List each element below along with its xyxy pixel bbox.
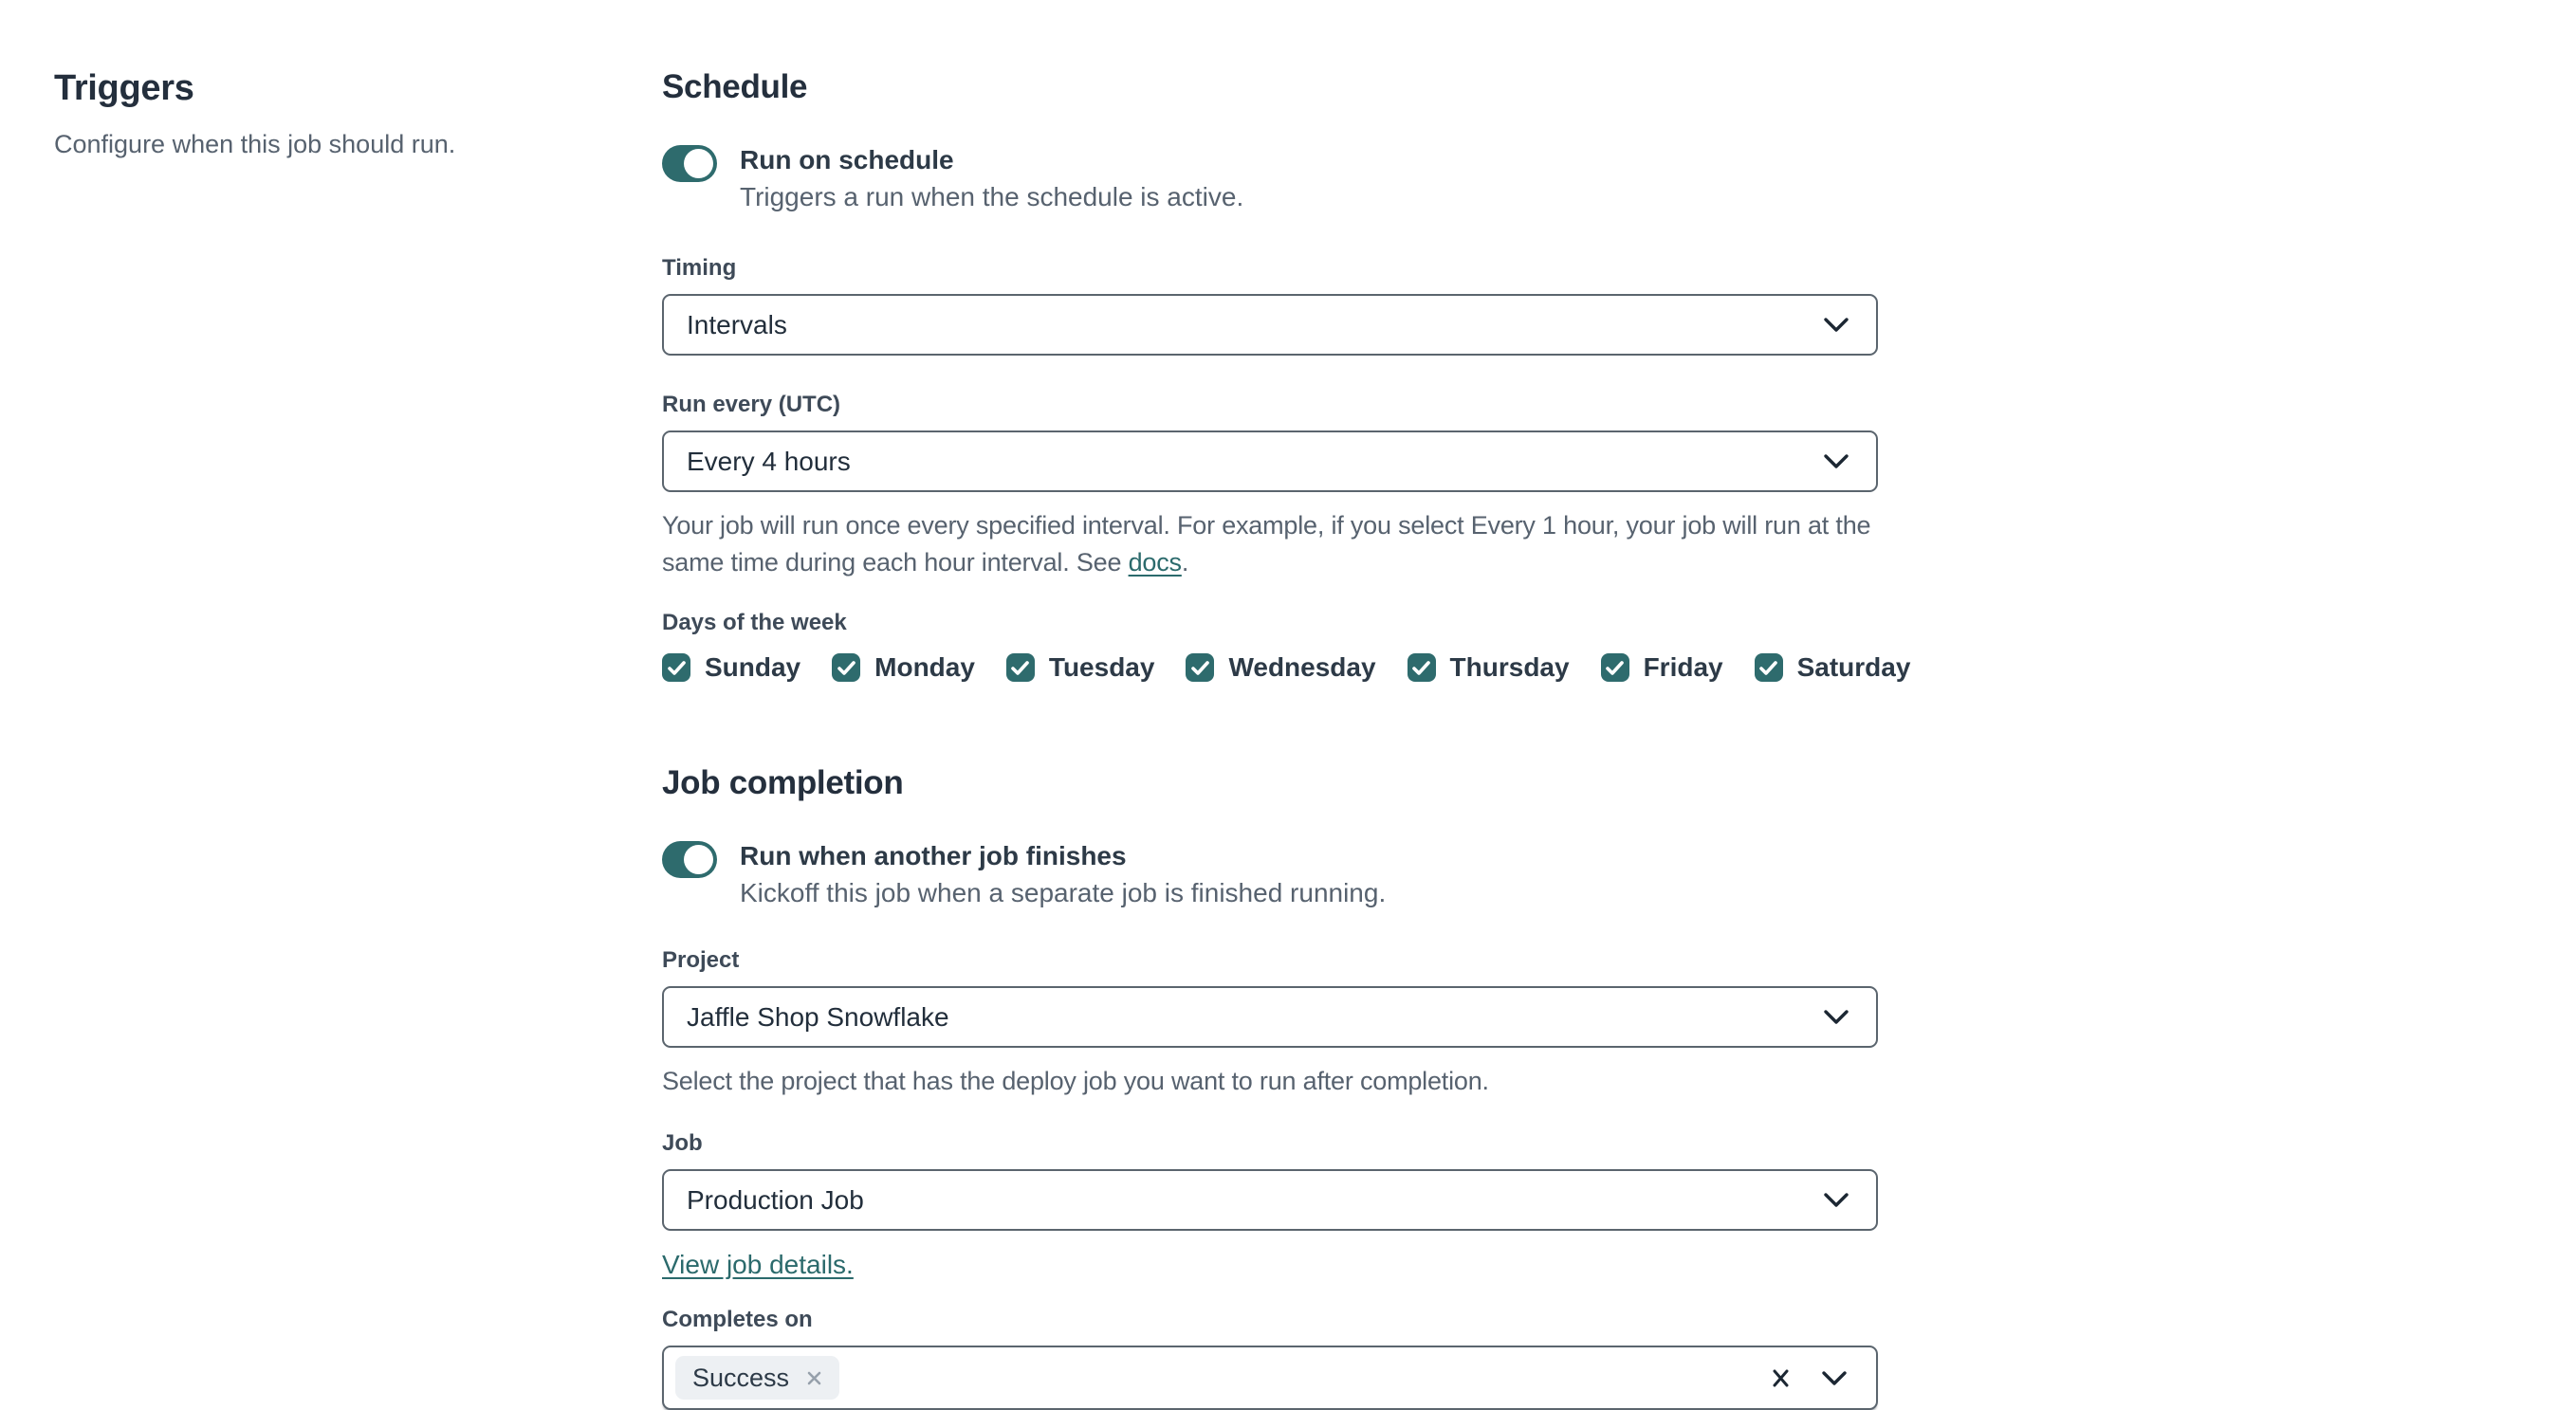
run-when-job-finishes-toggle[interactable] — [662, 841, 717, 878]
check-icon — [837, 660, 856, 675]
days-of-week-field: Days of the week Sunday Monday Tuesday W… — [662, 610, 1910, 683]
project-help-text: Select the project that has the deploy j… — [662, 1067, 1489, 1095]
section-intro: Triggers Configure when this job should … — [0, 68, 662, 1410]
page-title: Triggers — [54, 68, 194, 108]
checkbox-monday[interactable] — [832, 653, 861, 682]
chevron-down-icon[interactable] — [1823, 453, 1849, 469]
timing-field: Timing Intervals — [662, 255, 1878, 356]
checkbox-friday[interactable] — [1600, 653, 1629, 682]
project-label: Project — [662, 947, 740, 973]
triggers-form: Schedule Run on schedule Triggers a run … — [662, 68, 1910, 1410]
job-label: Job — [662, 1130, 703, 1156]
day-label: Tuesday — [1048, 652, 1155, 682]
completes-on-multiselect[interactable]: Success — [662, 1346, 1878, 1410]
checkbox-saturday[interactable] — [1754, 653, 1783, 682]
schedule-heading: Schedule — [662, 68, 808, 105]
toggle-knob — [684, 149, 713, 178]
page-subtitle: Configure when this job should run. — [54, 130, 456, 158]
timing-select-value: Intervals — [687, 309, 787, 339]
day-option-monday: Monday — [832, 652, 975, 683]
check-icon — [1606, 660, 1624, 675]
chevron-down-icon[interactable] — [1821, 1370, 1848, 1386]
help-text-after: . — [1181, 548, 1189, 577]
run-when-job-finishes-label: Run when another job finishes — [740, 841, 1127, 870]
project-field: Project Jaffle Shop Snowflake Select the… — [662, 947, 1878, 1100]
check-icon — [667, 660, 686, 675]
day-label: Friday — [1643, 652, 1723, 682]
job-completion-heading: Job completion — [662, 764, 904, 801]
day-label: Monday — [874, 652, 975, 682]
help-text-before: Your job will run once every specified i… — [662, 511, 1871, 577]
run-on-schedule-label: Run on schedule — [740, 145, 954, 174]
day-label: Saturday — [1796, 652, 1911, 682]
day-option-tuesday: Tuesday — [1005, 652, 1155, 683]
day-option-wednesday: Wednesday — [1186, 652, 1376, 683]
timing-select[interactable]: Intervals — [662, 294, 1878, 356]
check-icon — [1412, 660, 1430, 675]
day-label: Wednesday — [1228, 652, 1376, 682]
chevron-down-icon[interactable] — [1823, 1009, 1849, 1025]
run-when-job-finishes-row: Run when another job finishes Kickoff th… — [662, 840, 1878, 909]
day-option-friday: Friday — [1600, 652, 1723, 683]
run-when-job-finishes-text: Run when another job finishes Kickoff th… — [740, 840, 1386, 909]
view-job-details-link[interactable]: View job details. — [662, 1250, 854, 1280]
check-icon — [1759, 660, 1777, 675]
check-icon — [1011, 660, 1030, 675]
day-option-thursday: Thursday — [1407, 652, 1570, 683]
job-completion-section: Job completion Run when another job fini… — [662, 764, 1878, 1410]
chevron-down-icon[interactable] — [1823, 1192, 1849, 1208]
project-select-value: Jaffle Shop Snowflake — [687, 1001, 949, 1032]
run-every-select-value: Every 4 hours — [687, 446, 851, 476]
checkbox-thursday[interactable] — [1407, 653, 1436, 682]
job-field: Job Production Job View job details. — [662, 1130, 1878, 1280]
run-every-select[interactable]: Every 4 hours — [662, 430, 1878, 492]
schedule-section: Schedule Run on schedule Triggers a run … — [662, 68, 1910, 683]
job-select-value: Production Job — [687, 1184, 864, 1215]
run-every-help-text: Your job will run once every specified i… — [662, 507, 1878, 581]
run-on-schedule-toggle[interactable] — [662, 145, 717, 182]
job-select[interactable]: Production Job — [662, 1169, 1878, 1231]
run-on-schedule-row: Run on schedule Triggers a run when the … — [662, 144, 1878, 213]
completes-on-label: Completes on — [662, 1307, 813, 1332]
days-of-week-row: Sunday Monday Tuesday Wednesday Thursday… — [662, 652, 1910, 683]
day-label: Thursday — [1449, 652, 1570, 682]
checkbox-sunday[interactable] — [662, 653, 690, 682]
multiselect-controls — [1771, 1368, 1848, 1388]
checkbox-tuesday[interactable] — [1005, 653, 1035, 682]
run-every-field: Run every (UTC) Every 4 hours Your job w… — [662, 392, 1878, 581]
triggers-settings-page: Triggers Configure when this job should … — [0, 0, 2576, 1410]
day-option-sunday: Sunday — [662, 652, 800, 683]
chevron-down-icon[interactable] — [1823, 317, 1849, 333]
clear-selection-icon[interactable] — [1771, 1368, 1791, 1388]
check-icon — [1191, 660, 1209, 675]
completes-on-tag-success: Success — [675, 1356, 840, 1400]
project-select[interactable]: Jaffle Shop Snowflake — [662, 986, 1878, 1048]
run-when-job-finishes-description: Kickoff this job when a separate job is … — [740, 878, 1387, 907]
run-every-label: Run every (UTC) — [662, 392, 841, 417]
run-on-schedule-text: Run on schedule Triggers a run when the … — [740, 144, 1243, 213]
toggle-knob — [684, 845, 713, 874]
completes-on-field: Completes on Success — [662, 1307, 1878, 1410]
run-on-schedule-description: Triggers a run when the schedule is acti… — [740, 182, 1244, 211]
checkbox-wednesday[interactable] — [1186, 653, 1215, 682]
day-option-saturday: Saturday — [1754, 652, 1911, 683]
timing-label: Timing — [662, 255, 737, 281]
remove-tag-icon[interactable] — [806, 1370, 822, 1386]
days-of-week-label: Days of the week — [662, 610, 847, 635]
day-label: Sunday — [705, 652, 801, 682]
docs-link[interactable]: docs — [1129, 548, 1182, 577]
